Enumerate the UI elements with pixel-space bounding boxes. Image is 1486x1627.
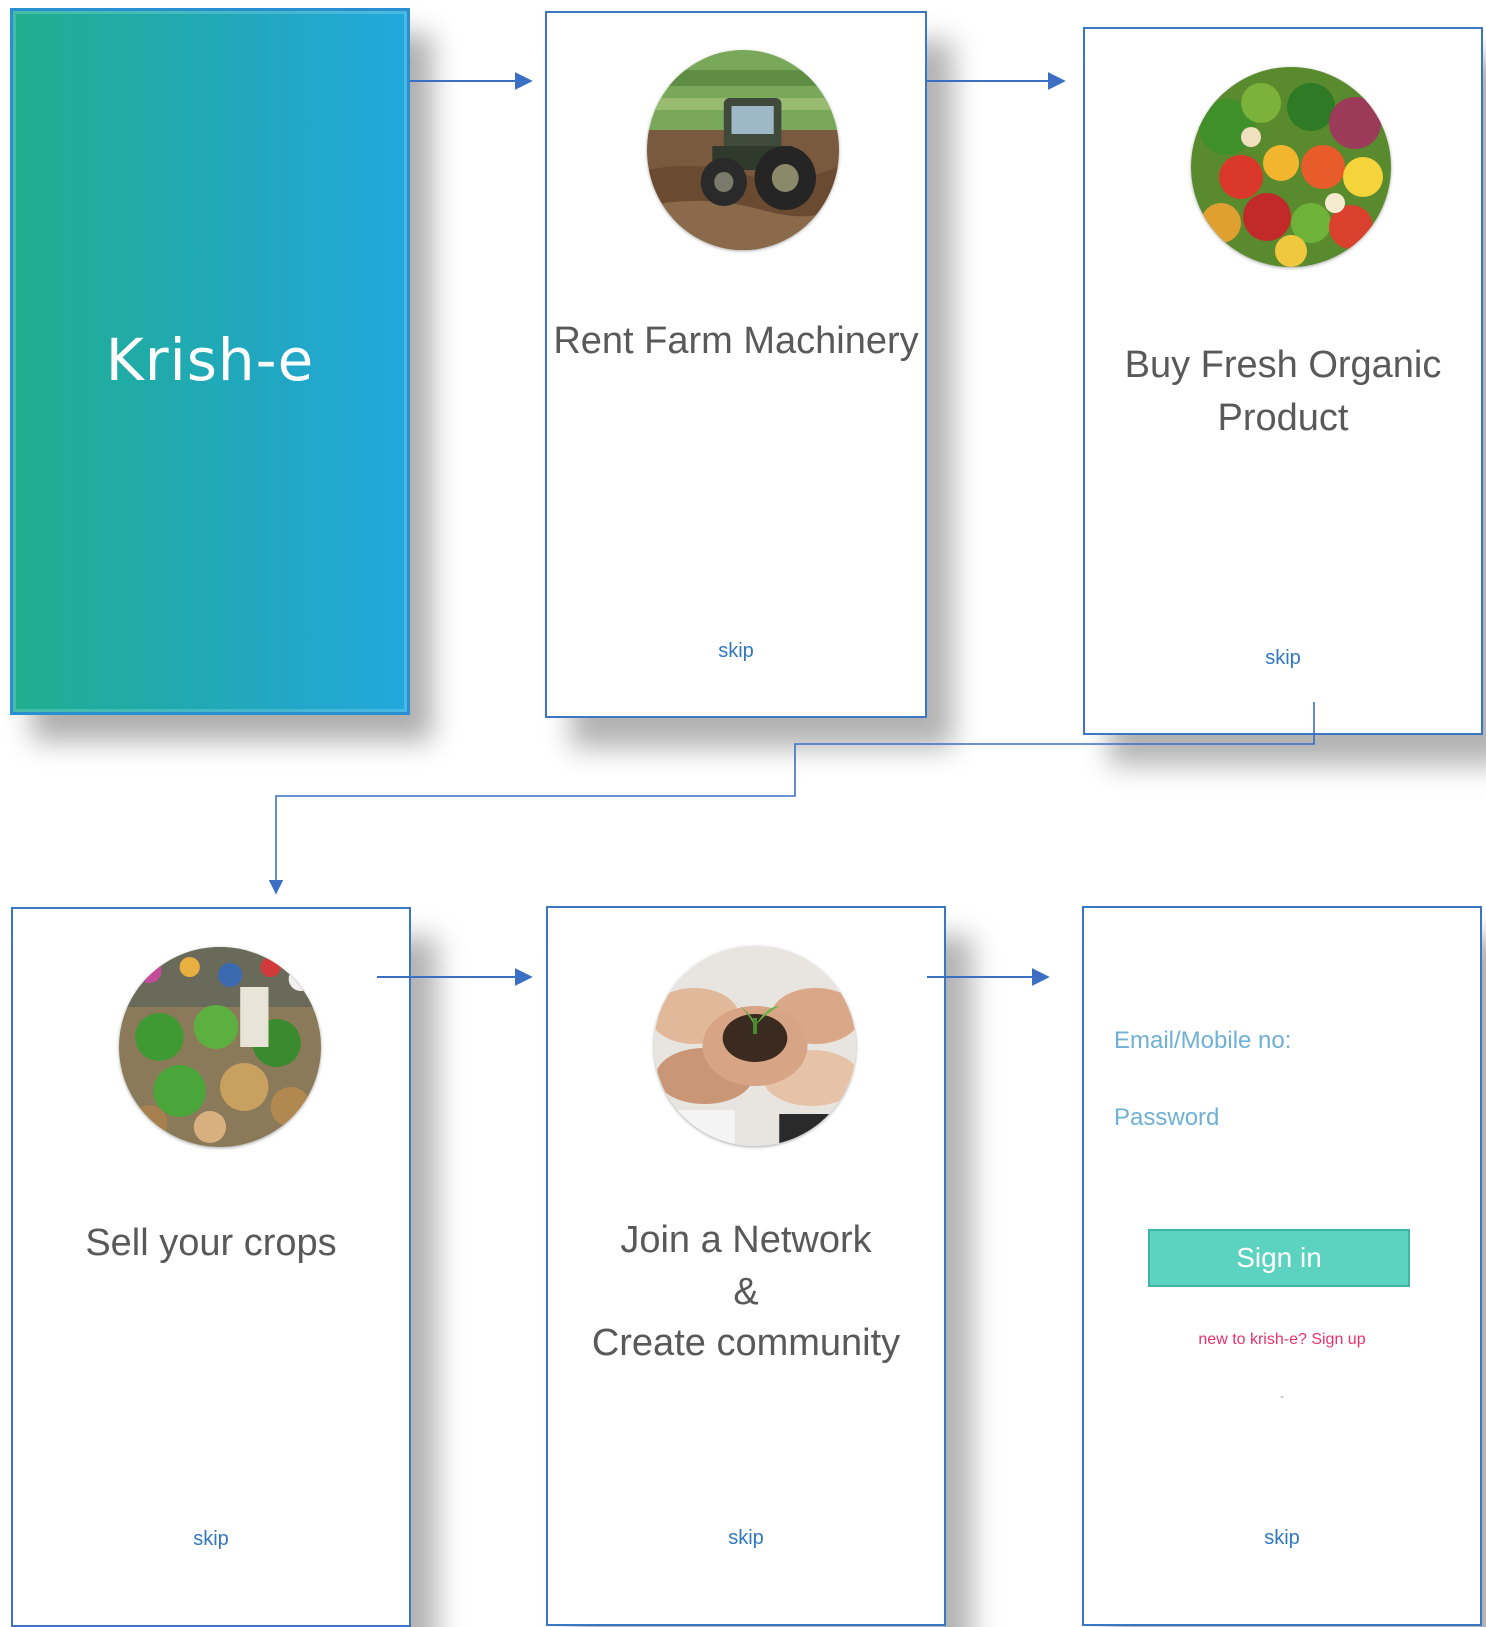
arrow-buy-to-sell <box>268 702 1315 895</box>
flow-connectors <box>268 72 1315 986</box>
